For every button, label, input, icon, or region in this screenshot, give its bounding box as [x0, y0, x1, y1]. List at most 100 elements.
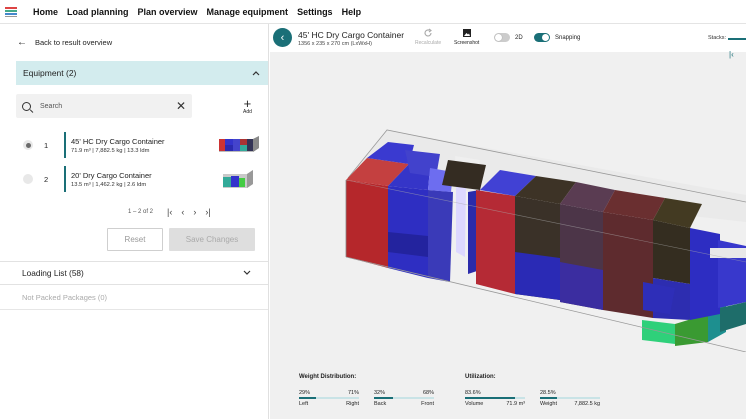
- equipment-number: 2: [44, 174, 49, 184]
- volume-value: 71.9 m³: [506, 401, 525, 407]
- nav-plan-overview[interactable]: Plan overview: [138, 7, 198, 17]
- container-title: 45' HC Dry Cargo Container: [298, 30, 405, 40]
- equipment-number: 1: [44, 140, 49, 150]
- save-changes-button[interactable]: Save Changes: [169, 228, 255, 251]
- screenshot-label: Screenshot: [454, 40, 480, 46]
- search-input[interactable]: Search: [40, 103, 62, 110]
- search-icon: [22, 101, 31, 111]
- container-header: ‹ 45' HC Dry Cargo Container 1356 x 235 …: [270, 24, 746, 52]
- equipment-details: 71.9 m³ | 7,882.5 kg | 13.3 ldm: [71, 147, 150, 154]
- stacks-label: Stacks:: [708, 35, 727, 41]
- volume-label: Volume: [465, 401, 484, 407]
- toggle-snapping-switch[interactable]: [534, 33, 550, 42]
- screenshot-button[interactable]: Screenshot: [454, 28, 479, 46]
- package-block[interactable]: [442, 160, 486, 190]
- toggle-2d-switch[interactable]: [494, 33, 510, 42]
- nav-load-planning[interactable]: Load planning: [67, 7, 129, 17]
- add-label: Add: [243, 109, 252, 115]
- package-block[interactable]: [653, 220, 690, 284]
- right-pct: 71%: [347, 390, 359, 396]
- package-block[interactable]: [710, 248, 746, 258]
- volume-bar: [465, 397, 525, 399]
- top-navigation: Home Load planning Plan overview Manage …: [0, 0, 746, 24]
- weight-bar: [540, 397, 600, 399]
- back-label: Back: [374, 401, 387, 407]
- front-label: Front: [421, 401, 434, 407]
- pagination-range: 1 – 2 of 2: [128, 209, 154, 215]
- back-label: Back to result overview: [35, 38, 113, 47]
- package-block[interactable]: [428, 190, 453, 282]
- container-20-thumbnail: [223, 170, 253, 188]
- package-block[interactable]: [456, 180, 466, 257]
- first-page-icon[interactable]: |‹: [167, 207, 172, 217]
- equipment-radio-selected[interactable]: [23, 140, 33, 150]
- nav-manage-equipment[interactable]: Manage equipment: [207, 7, 289, 17]
- container-view: ‹ 45' HC Dry Cargo Container 1356 x 235 …: [270, 24, 746, 419]
- plus-icon: +: [243, 96, 252, 111]
- left-label: Left: [299, 401, 309, 407]
- volume-pct: 83.6%: [465, 390, 481, 396]
- previous-page-icon[interactable]: ‹: [181, 207, 184, 217]
- left-right-distribution: 29% 71% Left Right: [299, 390, 359, 407]
- equipment-panel: ← Back to result overview Equipment (2) …: [0, 24, 269, 419]
- not-packed-packages[interactable]: Not Packed Packages (0): [0, 286, 268, 310]
- next-page-icon[interactable]: ›: [193, 207, 196, 217]
- package-block[interactable]: [515, 252, 560, 300]
- search-box[interactable]: Search ✕: [16, 94, 192, 118]
- package-block[interactable]: [388, 186, 428, 278]
- recalculate-button[interactable]: Recalculate: [415, 28, 441, 46]
- close-icon[interactable]: ✕: [176, 99, 186, 113]
- equipment-radio[interactable]: [23, 174, 33, 184]
- volume-utilization: 83.6% Volume 71.9 m³: [465, 390, 525, 407]
- package-block[interactable]: [476, 190, 515, 294]
- back-to-results-link[interactable]: ← Back to result overview: [17, 37, 112, 48]
- chevron-left-icon: ‹: [280, 31, 285, 44]
- equipment-section-header[interactable]: Equipment (2): [16, 61, 268, 85]
- weight-pct: 28.5%: [540, 390, 556, 396]
- toggle-2d-label: 2D: [515, 34, 523, 41]
- equipment-details: 13.5 m³ | 1,462.2 kg | 2.6 ldm: [71, 181, 147, 188]
- nav-settings[interactable]: Settings: [297, 7, 333, 17]
- nav-home[interactable]: Home: [33, 7, 58, 17]
- recalculate-label: Recalculate: [415, 40, 442, 46]
- container-3d-view[interactable]: [270, 52, 746, 352]
- utilization-title: Utilization:: [465, 374, 496, 380]
- back-front-distribution: 32% 68% Back Front: [374, 390, 434, 407]
- image-icon: [462, 29, 471, 37]
- equipment-info: 20' Dry Cargo Container 13.5 m³ | 1,462.…: [64, 166, 152, 192]
- collapse-panel-button[interactable]: ‹: [273, 28, 292, 47]
- weight-utilization: 28.5% Weight 7,882.5 kg: [540, 390, 600, 407]
- weight-value: 7,882.5 kg: [574, 401, 600, 407]
- equipment-info: 45' HC Dry Cargo Container 71.9 m³ | 7,8…: [64, 132, 165, 158]
- front-pct: 68%: [422, 390, 434, 396]
- chevron-up-icon: [252, 68, 260, 78]
- chevron-down-icon: [243, 268, 251, 278]
- nav-help[interactable]: Help: [342, 7, 362, 17]
- equipment-name: 45' HC Dry Cargo Container: [71, 136, 165, 146]
- add-equipment-button[interactable]: + Add: [243, 96, 252, 115]
- package-block[interactable]: [560, 262, 603, 310]
- loading-list-section[interactable]: Loading List (58): [0, 261, 268, 285]
- loading-list-label: Loading List (58): [22, 268, 84, 278]
- container-dimensions: 1356 x 235 x 270 cm (LxWxH): [298, 41, 372, 47]
- equipment-row[interactable]: 2 20' Dry Cargo Container 13.5 m³ | 1,46…: [16, 164, 261, 194]
- package-block[interactable]: [346, 180, 388, 268]
- pagination: 1 – 2 of 2 |‹ ‹ › ›|: [128, 207, 211, 217]
- left-right-bar: [299, 397, 359, 399]
- weight-label: Weight: [540, 401, 558, 407]
- reset-button[interactable]: Reset: [107, 228, 163, 251]
- toggle-snapping[interactable]: Snapping: [534, 33, 580, 42]
- app-logo-icon[interactable]: [5, 6, 19, 18]
- equipment-name: 20' Dry Cargo Container: [71, 170, 152, 180]
- container-45-thumbnail: [219, 136, 259, 152]
- toggle-2d[interactable]: 2D: [494, 33, 523, 42]
- package-block[interactable]: [642, 320, 675, 344]
- arrow-left-icon: ←: [17, 37, 27, 48]
- right-label: Right: [346, 401, 359, 407]
- left-pct: 29%: [299, 390, 311, 396]
- equipment-header-label: Equipment (2): [23, 68, 77, 78]
- last-page-icon[interactable]: ›|: [205, 207, 210, 217]
- equipment-row[interactable]: 1 45' HC Dry Cargo Container 71.9 m³ | 7…: [16, 130, 261, 160]
- package-block[interactable]: [690, 228, 720, 320]
- back-front-bar: [374, 397, 434, 399]
